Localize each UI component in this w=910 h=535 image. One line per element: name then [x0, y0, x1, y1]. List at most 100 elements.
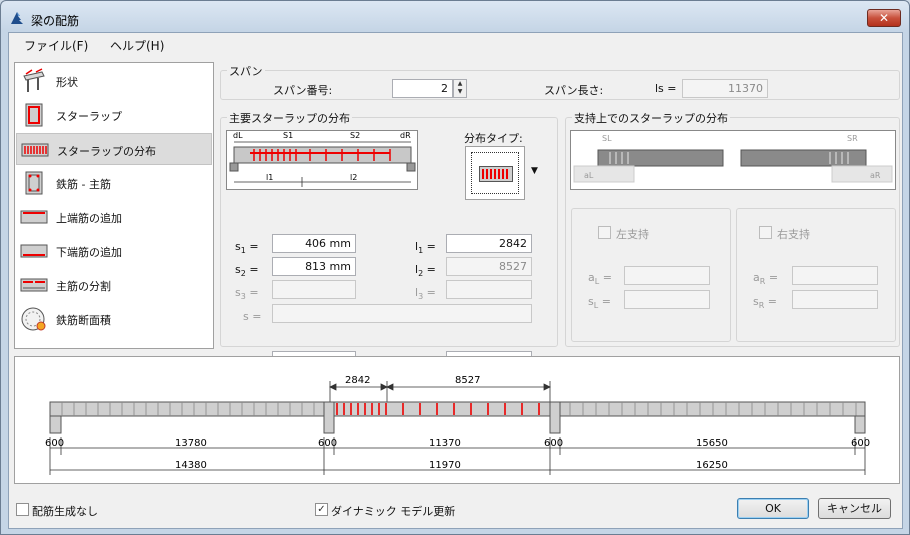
beam-elevation: 2842 8527 600 13780 600 11370 600 15650 … [45, 375, 870, 475]
span-number-spinner[interactable]: ▲ ▼ [453, 79, 467, 98]
s3-field [272, 280, 356, 299]
ok-button[interactable]: OK [737, 498, 809, 519]
nav-item-rebar-area[interactable]: 鉄筋断面積 [16, 303, 212, 335]
support-distribution-diagram: SL SR aL aR [570, 130, 896, 190]
stirrup-distribution-diagram: dL S1 S2 dR l1 l2 [226, 130, 418, 190]
right-support-checkbox [759, 226, 772, 239]
dialog-client: ファイル(F) ヘルプ(H) 形状 スターラップ スターラップの分布 鉄筋 - … [8, 32, 903, 529]
left-support-label: 左支持 [616, 228, 649, 241]
distribution-type-dropdown[interactable]: ▼ [465, 146, 545, 200]
no-rebar-label: 配筋生成なし [32, 505, 98, 518]
bar-split-icon [20, 278, 48, 292]
nav-item-main-rebar[interactable]: 鉄筋 - 主筋 [16, 167, 212, 199]
span-length-field: 11370 [682, 79, 768, 98]
shape-icon [23, 68, 45, 92]
nav-label: 下端筋の追加 [56, 246, 122, 259]
sl-field [624, 290, 710, 309]
diagram-dr-text: dR [400, 131, 411, 140]
spin-down-icon[interactable]: ▼ [454, 88, 466, 96]
span-length-label: スパン長さ: [544, 84, 604, 97]
stirrup-icon [25, 103, 43, 127]
diagram-l2-text: l2 [350, 173, 357, 182]
main-distribution-group: 主要スターラップの分布 dL S1 S2 dR l1 l2 分布タイプ: ▼ s… [220, 110, 558, 371]
distribution-type-icon [479, 166, 513, 182]
nav-item-top-bar[interactable]: 上端筋の追加 [16, 201, 212, 233]
revit-app-icon [11, 12, 23, 24]
l3-label: l3 = [415, 286, 436, 302]
category-list: 形状 スターラップ スターラップの分布 鉄筋 - 主筋 上端筋の追加 下端筋の追… [14, 62, 214, 349]
span-number-label: スパン番号: [273, 84, 333, 97]
nav-item-stirrup-distribution[interactable]: スターラップの分布 [16, 133, 212, 165]
ar-field [792, 266, 878, 285]
chevron-down-icon[interactable]: ▼ [531, 166, 538, 176]
s-field [272, 304, 532, 323]
nav-label: 鉄筋 - 主筋 [56, 178, 111, 191]
close-button[interactable]: ✕ [867, 9, 901, 27]
dynamic-update-checkbox[interactable]: ✓ [315, 503, 328, 516]
nav-label: 上端筋の追加 [56, 212, 122, 225]
nav-label: 形状 [56, 76, 78, 89]
diagram-l1-text: l1 [266, 173, 273, 182]
menu-help[interactable]: ヘルプ(H) [110, 37, 164, 54]
nav-label: スターラップの分布 [57, 145, 156, 158]
span-number-field[interactable]: 2 [392, 79, 453, 98]
sr-label: sR = [753, 295, 778, 311]
s1-field[interactable]: 406 mm [272, 234, 356, 253]
spin-up-icon[interactable]: ▲ [454, 80, 466, 88]
dim-top-2: 8527 [455, 375, 480, 386]
nav-item-shape[interactable]: 形状 [16, 65, 212, 97]
l2-field: 8527 [446, 257, 532, 276]
beam-body [49, 401, 866, 417]
left-support-group: 左支持 aL = sL = [571, 208, 731, 342]
window-title: 梁の配筋 [31, 14, 80, 28]
al-field [624, 266, 710, 285]
diagram-dl-text: dL [233, 131, 243, 140]
right-support-group: 右支持 aR = sR = [736, 208, 896, 342]
no-rebar-checkbox[interactable] [16, 503, 29, 516]
l2-label: l2 = [415, 263, 436, 279]
menu-bar: ファイル(F) ヘルプ(H) [9, 33, 902, 55]
s1-label: s1 = [235, 240, 259, 256]
left-support-checkbox [598, 226, 611, 239]
l1-field[interactable]: 2842 [446, 234, 532, 253]
diagram-s2-text: S2 [350, 131, 360, 140]
dim-bottom-1: 14380 [175, 460, 207, 471]
stirrup-distribution-icon [21, 143, 49, 157]
right-support-label: 右支持 [777, 228, 810, 241]
dim-mid-1: 600 [45, 438, 64, 449]
s3-label: s3 = [235, 286, 259, 302]
diagram-sr-text: SR [847, 134, 858, 143]
span-group-title: スパン [227, 63, 265, 79]
diagram-s1-text: S1 [283, 131, 293, 140]
dim-mid-4: 11370 [429, 438, 461, 449]
main-distribution-title: 主要スターラップの分布 [227, 110, 352, 126]
diagram-sl-text: SL [602, 134, 612, 143]
s2-field[interactable]: 813 mm [272, 257, 356, 276]
dialog-window: 梁の配筋 ✕ ファイル(F) ヘルプ(H) 形状 スターラップ スターラップの分… [0, 0, 910, 535]
ar-label: aR = [753, 271, 779, 287]
checkmark-icon: ✓ [317, 504, 326, 515]
nav-item-bar-split[interactable]: 主筋の分割 [16, 269, 212, 301]
dim-mid-5: 600 [544, 438, 563, 449]
bottom-bar-icon [20, 244, 48, 258]
support-distribution-title: 支持上でのスターラップの分布 [572, 110, 730, 126]
nav-item-bottom-bar[interactable]: 下端筋の追加 [16, 235, 212, 267]
title-bar[interactable]: 梁の配筋 ✕ [1, 1, 909, 31]
dynamic-update-label: ダイナミック モデル更新 [331, 505, 456, 518]
cancel-button[interactable]: キャンセル [818, 498, 891, 519]
span-group: スパン スパン番号: 2 ▲ ▼ スパン長さ: ls = 11370 [220, 63, 900, 100]
sr-field [792, 290, 878, 309]
ls-label: ls = [655, 82, 677, 95]
l3-field [446, 280, 532, 299]
nav-item-stirrup[interactable]: スターラップ [16, 99, 212, 131]
main-rebar-icon [25, 171, 43, 195]
menu-file[interactable]: ファイル(F) [24, 37, 88, 54]
dim-mid-7: 600 [851, 438, 870, 449]
close-icon: ✕ [878, 11, 890, 25]
support-distribution-group: 支持上でのスターラップの分布 SL SR aL aR 左支持 aL = sL =… [565, 110, 900, 347]
dim-mid-6: 15650 [696, 438, 728, 449]
dim-bottom-2: 11970 [429, 460, 461, 471]
al-label: aL = [588, 271, 612, 287]
s-label: s = [243, 310, 262, 323]
nav-label: 主筋の分割 [56, 280, 111, 293]
